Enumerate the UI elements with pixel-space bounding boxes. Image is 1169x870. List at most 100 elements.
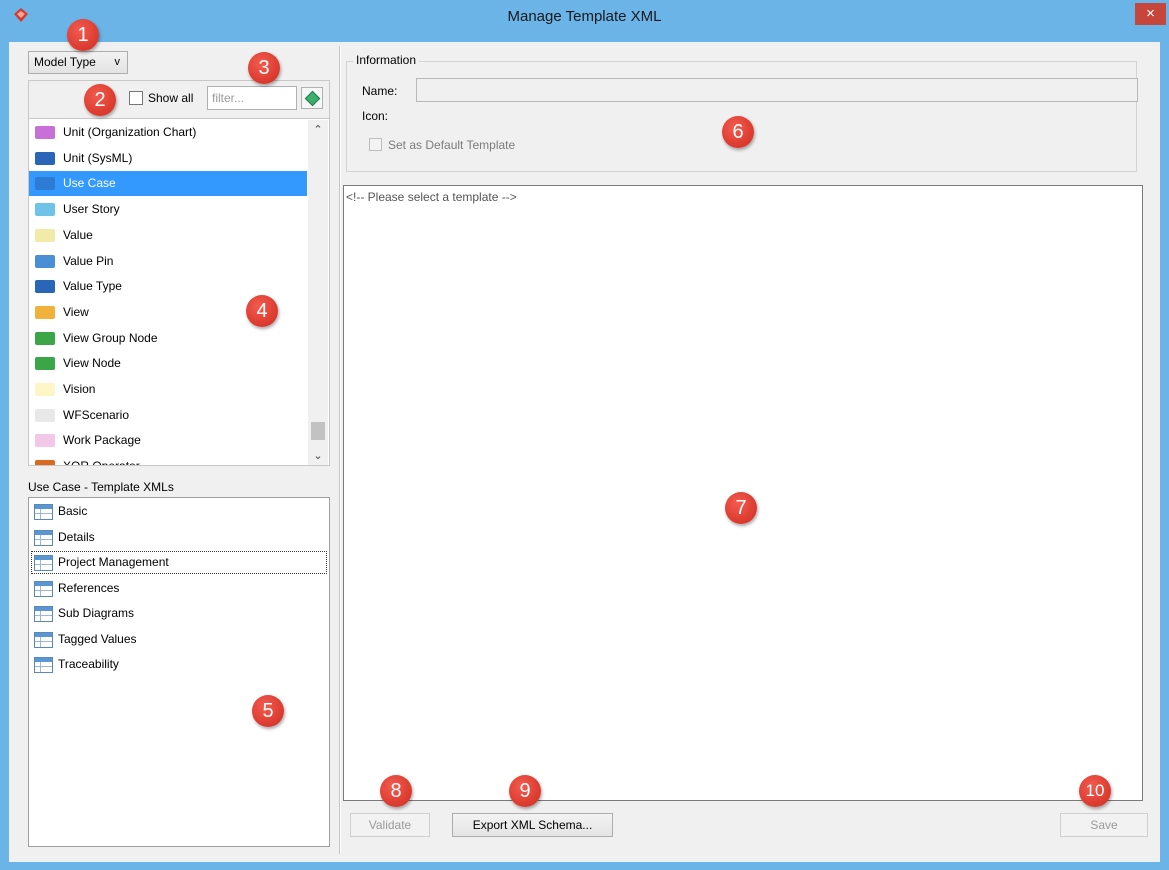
list-item[interactable]: Unit (SysML) [29, 146, 307, 171]
list-item[interactable]: WFScenario [29, 403, 307, 428]
template-label: Project Management [58, 555, 169, 569]
icon-label: Icon: [362, 109, 389, 123]
template-list-item[interactable]: Tagged Values [30, 627, 328, 652]
callout-6: 6 [722, 116, 754, 148]
template-label: Basic [58, 504, 88, 518]
value-type-icon [35, 280, 55, 294]
callout-10: 10 [1079, 775, 1111, 807]
use-case-icon [35, 177, 55, 191]
template-label: References [58, 580, 120, 595]
template-list-item[interactable]: Basic [30, 499, 328, 524]
show-all-label[interactable]: Show all [148, 91, 193, 105]
wfscenario-icon [35, 408, 55, 422]
xor-operator-icon [35, 460, 55, 465]
callout-1: 1 [67, 19, 99, 51]
table-template-icon [34, 606, 53, 622]
list-item-label: Value Type [63, 279, 122, 294]
callout-4: 4 [246, 295, 278, 327]
list-item-label: Vision [63, 382, 96, 396]
user-story-icon [35, 203, 55, 217]
list-item[interactable]: Vision [29, 377, 307, 402]
unit-org-icon [35, 126, 55, 139]
view-icon [35, 305, 55, 319]
scroll-thumb[interactable] [311, 422, 325, 440]
list-item[interactable]: View Group Node [29, 326, 307, 351]
list-item[interactable]: User Story [29, 197, 307, 222]
list-item-label: Value Pin [63, 253, 114, 268]
template-list-label: Use Case - Template XMLs [28, 480, 174, 494]
information-group-label: Information [353, 53, 420, 67]
list-item[interactable]: XOR Operator [29, 454, 307, 465]
table-template-icon [34, 657, 53, 673]
export-xml-schema-button[interactable]: Export XML Schema... [452, 813, 613, 837]
scroll-up-icon[interactable]: ⌃ [308, 123, 328, 136]
filter-input[interactable]: filter... [207, 86, 297, 110]
list-item[interactable]: Use Case [29, 171, 307, 197]
list-item[interactable]: Value [29, 223, 307, 248]
list-item[interactable]: View Node [29, 351, 307, 376]
list-item-label: Unit (Organization Chart) [63, 125, 197, 139]
list-item[interactable]: Value Pin [29, 249, 307, 274]
scroll-down-icon[interactable]: ⌄ [308, 449, 328, 462]
validate-button[interactable]: Validate [350, 813, 430, 837]
template-label: Sub Diagrams [58, 606, 135, 620]
template-list-item[interactable]: Traceability [30, 652, 328, 677]
unit-sysml-icon [35, 151, 55, 165]
manage-template-xml-window: Manage Template XML × Model Type v Show … [0, 0, 1169, 870]
list-item[interactable]: Unit (Organization Chart) [29, 120, 307, 145]
table-template-icon [34, 529, 53, 546]
value-pin-icon [35, 254, 55, 268]
default-template-label: Set as Default Template [388, 138, 516, 152]
view-group-node-icon [35, 331, 55, 345]
template-xml-list: Basic Details Project Management References… [28, 497, 330, 847]
template-list-item[interactable]: Project Management [30, 550, 328, 575]
default-template-checkbox[interactable] [369, 138, 382, 151]
callout-3: 3 [248, 52, 280, 84]
table-template-icon [34, 580, 53, 597]
close-button[interactable]: × [1135, 3, 1166, 25]
split-pane-divider[interactable] [339, 46, 341, 854]
table-template-icon [34, 555, 53, 571]
list-item[interactable]: Work Package [29, 428, 307, 453]
list-item-label: WFScenario [63, 407, 130, 422]
list-item-label: Unit (SysML) [63, 150, 133, 165]
callout-7: 7 [725, 492, 757, 524]
list-item-label: Work Package [63, 433, 141, 448]
model-type-dropdown[interactable]: Model Type v [28, 51, 128, 74]
work-package-icon [35, 434, 55, 448]
name-field[interactable] [416, 78, 1138, 102]
list-item-label: User Story [63, 202, 120, 217]
list-item-label: Value [63, 227, 93, 242]
callout-8: 8 [380, 775, 412, 807]
template-list-item[interactable]: References [30, 576, 328, 601]
value-icon [35, 228, 55, 242]
list-toolbar: Show all filter... [29, 81, 329, 119]
show-all-checkbox[interactable] [129, 91, 143, 105]
save-button[interactable]: Save [1060, 813, 1148, 837]
template-label: Traceability [58, 657, 119, 671]
template-list-item[interactable]: Details [30, 525, 328, 550]
template-list-item[interactable]: Sub Diagrams [30, 601, 328, 626]
filter-options-button[interactable] [301, 87, 323, 109]
model-type-label: Model Type [34, 55, 96, 69]
list-item-label: View [63, 304, 89, 319]
model-element-list: Unit (Organization Chart) Unit (SysML) Use… [29, 120, 307, 465]
dialog-body: Model Type v Show all filter... Unit (Or… [9, 19, 1160, 862]
element-list-scrollbar[interactable]: ⌃ ⌄ [308, 120, 328, 465]
table-template-icon [34, 631, 53, 648]
list-item-label: XOR Operator [63, 459, 140, 465]
list-item-label: View Group Node [63, 330, 158, 345]
table-template-icon [34, 504, 53, 520]
filter-gem-icon [304, 90, 321, 107]
name-label: Name: [362, 84, 398, 98]
list-item-label: Use Case [63, 176, 116, 191]
window-title: Manage Template XML [507, 8, 662, 25]
template-label: Details [58, 529, 95, 544]
callout-5: 5 [252, 695, 284, 727]
title-bar: Manage Template XML × [0, 0, 1169, 33]
model-element-panel: Show all filter... Unit (Organization Ch… [28, 80, 330, 466]
list-item-label: View Node [63, 356, 121, 371]
callout-9: 9 [509, 775, 541, 807]
chevron-down-icon: v [114, 56, 121, 68]
vision-icon [35, 383, 55, 396]
